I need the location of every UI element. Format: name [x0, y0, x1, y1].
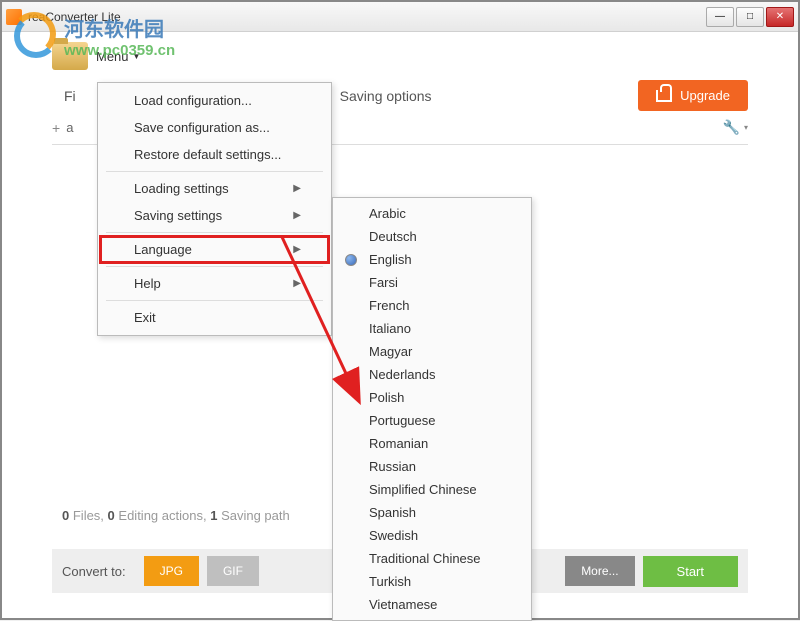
- language-submenu: ArabicDeutschEnglishFarsiFrenchItalianoM…: [332, 197, 532, 621]
- cart-icon: [656, 90, 672, 102]
- watermark-text-2: www.pc0359.cn: [64, 42, 175, 59]
- language-option[interactable]: French: [335, 294, 529, 317]
- menu-load-config[interactable]: Load configuration...: [100, 87, 329, 114]
- language-option[interactable]: Turkish: [335, 570, 529, 593]
- chevron-right-icon: ▶: [293, 210, 301, 221]
- format-jpg-button[interactable]: JPG: [144, 556, 199, 586]
- language-option[interactable]: Romanian: [335, 432, 529, 455]
- chevron-down-icon: ▾: [744, 123, 748, 132]
- language-option[interactable]: Deutsch: [335, 225, 529, 248]
- tab-saving-options[interactable]: Saving options: [328, 82, 444, 110]
- chevron-right-icon: ▶: [293, 183, 301, 194]
- menu-dropdown: Load configuration... Save configuration…: [97, 82, 332, 336]
- language-option[interactable]: Vietnamese: [335, 593, 529, 616]
- menu-restore[interactable]: Restore default settings...: [100, 141, 329, 168]
- language-option[interactable]: Farsi: [335, 271, 529, 294]
- language-option[interactable]: Polish: [335, 386, 529, 409]
- watermark: 河东软件园 www.pc0359.cn: [12, 12, 175, 60]
- menu-language[interactable]: Language▶: [100, 236, 329, 263]
- language-option[interactable]: English: [335, 248, 529, 271]
- chevron-right-icon: ▶: [293, 278, 301, 289]
- plus-icon: +: [52, 120, 60, 136]
- menu-saving-settings[interactable]: Saving settings▶: [100, 202, 329, 229]
- language-option[interactable]: Magyar: [335, 340, 529, 363]
- language-option[interactable]: Italiano: [335, 317, 529, 340]
- menu-help[interactable]: Help▶: [100, 270, 329, 297]
- tab-files[interactable]: Fi: [52, 82, 88, 110]
- watermark-logo: [12, 12, 60, 60]
- menu-loading-settings[interactable]: Loading settings▶: [100, 175, 329, 202]
- upgrade-button[interactable]: Upgrade: [638, 80, 748, 111]
- language-option[interactable]: Nederlands: [335, 363, 529, 386]
- language-option[interactable]: Traditional Chinese: [335, 547, 529, 570]
- add-button[interactable]: + a: [52, 120, 73, 136]
- language-option[interactable]: Russian: [335, 455, 529, 478]
- language-option[interactable]: Swedish: [335, 524, 529, 547]
- convert-to-label: Convert to:: [62, 564, 126, 579]
- maximize-button[interactable]: □: [736, 7, 764, 27]
- menu-exit[interactable]: Exit: [100, 304, 329, 331]
- start-button[interactable]: Start: [643, 556, 738, 587]
- watermark-text-1: 河东软件园: [64, 13, 175, 42]
- language-option[interactable]: Simplified Chinese: [335, 478, 529, 501]
- close-button[interactable]: ✕: [766, 7, 794, 27]
- more-button[interactable]: More...: [565, 556, 634, 586]
- status-line: 0 Files, 0 Editing actions, 1 Saving pat…: [62, 508, 290, 523]
- language-option[interactable]: Portuguese: [335, 409, 529, 432]
- format-gif-button[interactable]: GIF: [207, 556, 259, 586]
- settings-dropdown[interactable]: 🔧 ▾: [723, 119, 748, 136]
- menu-save-config[interactable]: Save configuration as...: [100, 114, 329, 141]
- minimize-button[interactable]: —: [706, 7, 734, 27]
- wrench-icon: 🔧: [723, 119, 740, 136]
- chevron-right-icon: ▶: [293, 244, 301, 255]
- language-option[interactable]: Arabic: [335, 202, 529, 225]
- language-option[interactable]: Spanish: [335, 501, 529, 524]
